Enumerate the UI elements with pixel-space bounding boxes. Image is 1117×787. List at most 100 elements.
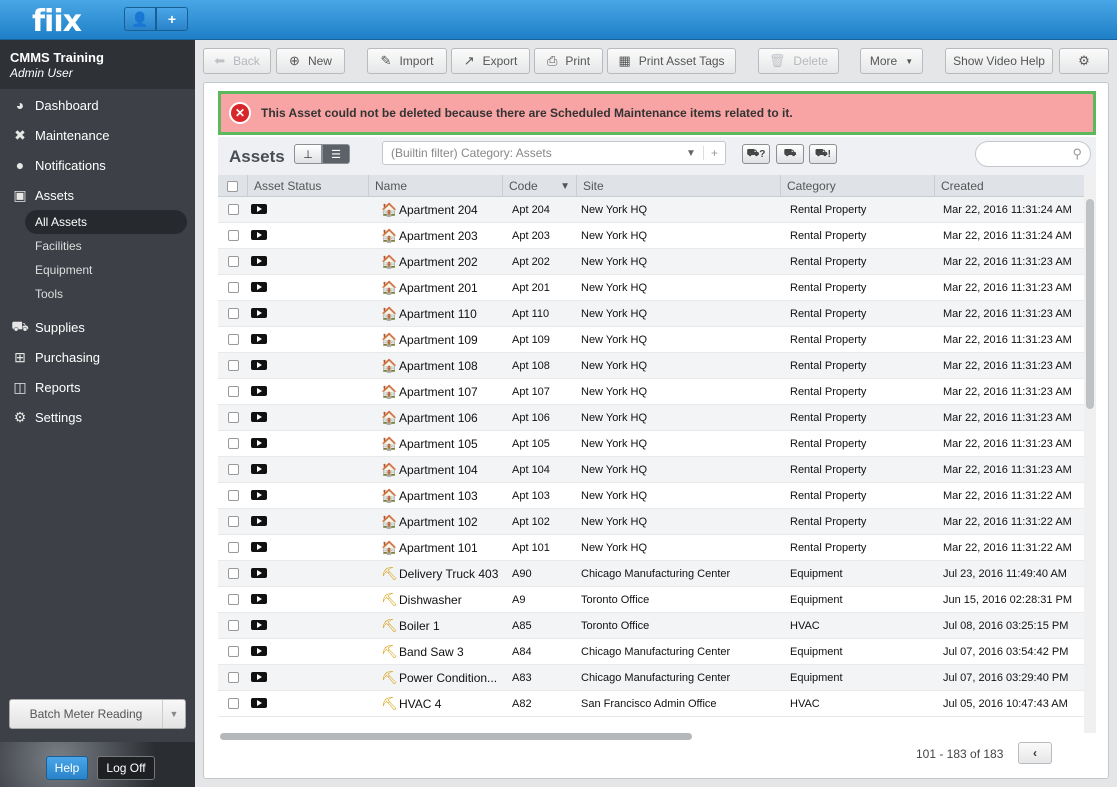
table-row[interactable]: 🏠 Apartment 204 Apt 204 New York HQ Rental P… xyxy=(218,197,1096,223)
previous-page-button[interactable]: ‹ xyxy=(1018,742,1052,764)
table-row[interactable]: 🏠 Apartment 109 Apt 109 New York HQ Rental P… xyxy=(218,327,1096,353)
export-button[interactable]: ↗ Export xyxy=(451,48,530,74)
row-checkbox[interactable] xyxy=(227,672,239,683)
col-category[interactable]: Category xyxy=(781,175,935,197)
asset-status-unknown-button[interactable]: ⛟? xyxy=(742,144,770,164)
col-asset-status[interactable]: Asset Status xyxy=(248,175,369,197)
back-button[interactable]: ⬅ Back xyxy=(203,48,271,74)
sidebar-subitem-tools[interactable]: Tools xyxy=(0,282,195,306)
row-checkbox[interactable] xyxy=(227,542,239,553)
table-row[interactable]: ⛏ Dishwasher A9 Toronto Office Equipment Jun … xyxy=(218,587,1096,613)
asset-name-cell[interactable]: ⛏ Band Saw 3 xyxy=(369,644,503,660)
table-row[interactable]: ⛏ Delivery Truck 403 A90 Chicago Manufactur… xyxy=(218,561,1096,587)
asset-name-cell[interactable]: ⛏ Boiler 1 xyxy=(369,618,503,634)
asset-name-cell[interactable]: 🏠 Apartment 101 xyxy=(369,540,503,556)
sidebar-item-purchasing[interactable]: ⊞ Purchasing xyxy=(0,342,195,372)
list-view-button[interactable]: ☰ xyxy=(322,144,350,164)
asset-status-offline-button[interactable]: ⛟! xyxy=(809,144,837,164)
log-off-button[interactable]: Log Off xyxy=(97,756,155,780)
row-checkbox[interactable] xyxy=(227,516,239,527)
user-button[interactable]: 👤 xyxy=(124,7,156,31)
sidebar-item-dashboard[interactable]: ◕ Dashboard xyxy=(0,90,195,120)
asset-name-cell[interactable]: ⛏ Dishwasher xyxy=(369,592,503,608)
row-checkbox[interactable] xyxy=(227,594,239,605)
asset-name-cell[interactable]: ⛏ Power Condition... xyxy=(369,670,503,686)
more-button[interactable]: More ▼ xyxy=(860,48,923,74)
table-row[interactable]: 🏠 Apartment 108 Apt 108 New York HQ Rental P… xyxy=(218,353,1096,379)
table-row[interactable]: ⛏ Band Saw 3 A84 Chicago Manufacturing Cent… xyxy=(218,639,1096,665)
delete-button[interactable]: 🗑 Delete xyxy=(758,48,839,74)
col-code[interactable]: Code ▼ xyxy=(503,175,577,197)
settings-button[interactable]: ⚙ xyxy=(1059,48,1109,74)
sidebar-item-supplies[interactable]: ⛟ Supplies xyxy=(0,312,195,342)
row-checkbox[interactable] xyxy=(227,334,239,345)
asset-name-cell[interactable]: 🏠 Apartment 102 xyxy=(369,514,503,530)
import-button[interactable]: ✎ Import xyxy=(367,48,447,74)
table-row[interactable]: 🏠 Apartment 203 Apt 203 New York HQ Rental P… xyxy=(218,223,1096,249)
batch-meter-reading-button[interactable]: Batch Meter Reading ▼ xyxy=(9,699,186,729)
row-checkbox[interactable] xyxy=(227,360,239,371)
sidebar-item-assets[interactable]: ▣ Assets xyxy=(0,180,195,210)
asset-name-cell[interactable]: 🏠 Apartment 105 xyxy=(369,436,503,452)
add-filter-icon[interactable]: + xyxy=(703,146,725,160)
table-row[interactable]: 🏠 Apartment 102 Apt 102 New York HQ Rental P… xyxy=(218,509,1096,535)
row-checkbox[interactable] xyxy=(227,386,239,397)
vertical-scroll-thumb[interactable] xyxy=(1086,199,1094,409)
asset-name-cell[interactable]: 🏠 Apartment 107 xyxy=(369,384,503,400)
row-checkbox[interactable] xyxy=(227,464,239,475)
table-row[interactable]: ⛏ Boiler 1 A85 Toronto Office HVAC Jul 08, 20… xyxy=(218,613,1096,639)
asset-status-online-button[interactable]: ⛟ xyxy=(776,144,804,164)
asset-name-cell[interactable]: 🏠 Apartment 110 xyxy=(369,306,503,322)
col-site[interactable]: Site xyxy=(577,175,781,197)
asset-name-cell[interactable]: 🏠 Apartment 109 xyxy=(369,332,503,348)
row-checkbox[interactable] xyxy=(227,204,239,215)
row-checkbox[interactable] xyxy=(227,282,239,293)
sidebar-item-maintenance[interactable]: ✖ Maintenance xyxy=(0,120,195,150)
table-row[interactable]: 🏠 Apartment 104 Apt 104 New York HQ Rental P… xyxy=(218,457,1096,483)
filter-select[interactable]: (Builtin filter) Category: Assets ▼ + xyxy=(382,141,726,165)
asset-name-cell[interactable]: 🏠 Apartment 203 xyxy=(369,228,503,244)
asset-name-cell[interactable]: 🏠 Apartment 106 xyxy=(369,410,503,426)
asset-name-cell[interactable]: 🏠 Apartment 201 xyxy=(369,280,503,296)
new-button[interactable]: ⊕ New xyxy=(276,48,345,74)
asset-name-cell[interactable]: ⛏ HVAC 4 xyxy=(369,696,503,712)
col-name[interactable]: Name xyxy=(369,175,503,197)
chevron-down-icon[interactable]: ▼ xyxy=(163,709,185,719)
table-row[interactable]: 🏠 Apartment 105 Apt 105 New York HQ Rental P… xyxy=(218,431,1096,457)
table-row[interactable]: 🏠 Apartment 107 Apt 107 New York HQ Rental P… xyxy=(218,379,1096,405)
search-input[interactable]: ⚲ xyxy=(975,141,1091,167)
print-asset-tags-button[interactable]: ▦ Print Asset Tags xyxy=(607,48,736,74)
sidebar-subitem-equipment[interactable]: Equipment xyxy=(0,258,195,282)
asset-name-cell[interactable]: 🏠 Apartment 202 xyxy=(369,254,503,270)
sidebar-subitem-all-assets[interactable]: All Assets xyxy=(25,210,187,234)
table-row[interactable]: 🏠 Apartment 201 Apt 201 New York HQ Rental P… xyxy=(218,275,1096,301)
row-checkbox[interactable] xyxy=(227,256,239,267)
row-checkbox[interactable] xyxy=(227,698,239,709)
row-checkbox[interactable] xyxy=(227,646,239,657)
asset-name-cell[interactable]: 🏠 Apartment 103 xyxy=(369,488,503,504)
asset-name-cell[interactable]: 🏠 Apartment 204 xyxy=(369,202,503,218)
help-button[interactable]: Help xyxy=(46,756,88,780)
sidebar-item-settings[interactable]: ⚙ Settings xyxy=(0,402,195,432)
asset-name-cell[interactable]: ⛏ Delivery Truck 403 xyxy=(369,566,503,582)
row-checkbox[interactable] xyxy=(227,568,239,579)
table-row[interactable]: 🏠 Apartment 101 Apt 101 New York HQ Rental P… xyxy=(218,535,1096,561)
table-row[interactable]: 🏠 Apartment 103 Apt 103 New York HQ Rental P… xyxy=(218,483,1096,509)
chevron-down-icon[interactable]: ▼ xyxy=(679,148,703,159)
sidebar-item-notifications[interactable]: ● Notifications xyxy=(0,150,195,180)
sidebar-subitem-facilities[interactable]: Facilities xyxy=(0,234,195,258)
sidebar-item-reports[interactable]: ◫ Reports xyxy=(0,372,195,402)
row-checkbox[interactable] xyxy=(227,438,239,449)
row-checkbox[interactable] xyxy=(227,230,239,241)
table-row[interactable]: 🏠 Apartment 202 Apt 202 New York HQ Rental P… xyxy=(218,249,1096,275)
table-row[interactable]: 🏠 Apartment 110 Apt 110 New York HQ Rental P… xyxy=(218,301,1096,327)
tree-view-button[interactable]: ⊥ xyxy=(294,144,322,164)
row-checkbox[interactable] xyxy=(227,308,239,319)
horizontal-scrollbar[interactable] xyxy=(218,731,1084,741)
print-button[interactable]: ⎙ Print xyxy=(534,48,603,74)
vertical-scrollbar[interactable] xyxy=(1084,175,1096,733)
asset-name-cell[interactable]: 🏠 Apartment 104 xyxy=(369,462,503,478)
fiix-logo[interactable]: fiix xyxy=(32,4,82,39)
table-row[interactable]: 🏠 Apartment 106 Apt 106 New York HQ Rental P… xyxy=(218,405,1096,431)
col-created[interactable]: Created xyxy=(935,175,1084,197)
